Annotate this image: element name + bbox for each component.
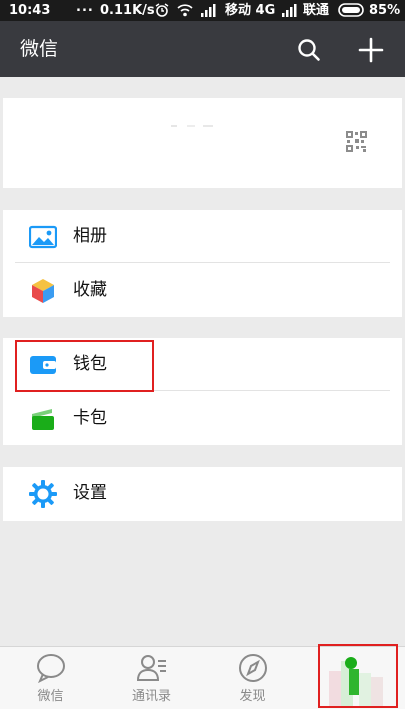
tab-label-discover: 发现	[239, 689, 266, 704]
battery-icon	[338, 3, 364, 17]
menu-label-favorites: 收藏	[73, 280, 107, 300]
status-dots: ...	[76, 0, 94, 15]
cards-icon	[32, 409, 54, 430]
profile-card[interactable]	[3, 98, 402, 188]
alarm-icon	[155, 3, 169, 17]
album-favorites-group: 相册 收藏	[3, 210, 402, 317]
menu-label-album: 相册	[73, 226, 107, 246]
compass-icon	[238, 654, 267, 682]
tab-chats[interactable]: 微信	[0, 647, 101, 709]
menu-item-settings[interactable]: 设置	[3, 467, 402, 520]
highlight-box-wallet	[15, 340, 154, 392]
status-time: 10:43	[9, 3, 51, 18]
status-speed: 0.11K/s	[100, 3, 155, 18]
qrcode-icon[interactable]	[346, 131, 367, 152]
menu-label-settings: 设置	[73, 483, 107, 503]
page-title: 微信	[20, 38, 59, 60]
title-bar: 微信	[0, 21, 405, 77]
tab-discover[interactable]: 发现	[202, 647, 303, 709]
wifi-icon	[177, 4, 193, 17]
tab-label-contacts: 通讯录	[131, 689, 171, 704]
album-icon	[29, 225, 57, 249]
plus-icon[interactable]	[357, 36, 385, 64]
status-carrier-1: 移动 4G	[225, 3, 276, 18]
chat-icon	[36, 654, 65, 683]
divider	[15, 262, 390, 263]
highlight-box-me	[318, 644, 398, 708]
favorites-cube-icon	[32, 279, 54, 303]
blurred-name	[171, 125, 213, 127]
screen: 10:43 ... 0.11K/s 移动 4G 联通 85% 微信 相册 收藏 …	[0, 0, 405, 709]
status-battery: 85%	[369, 3, 401, 18]
contacts-icon	[136, 655, 166, 681]
status-bar: 10:43 ... 0.11K/s 移动 4G 联通 85%	[0, 0, 405, 21]
status-carrier-2: 联通	[303, 3, 330, 18]
signal-icon-2	[282, 4, 297, 17]
menu-item-album[interactable]: 相册	[3, 210, 402, 263]
menu-label-cards: 卡包	[73, 408, 107, 428]
tab-contacts[interactable]: 通讯录	[101, 647, 202, 709]
search-icon[interactable]	[296, 37, 322, 63]
signal-icon	[201, 4, 216, 17]
gear-icon	[29, 480, 57, 508]
menu-item-cards[interactable]: 卡包	[3, 392, 402, 445]
tab-label-chats: 微信	[37, 689, 64, 704]
menu-item-favorites[interactable]: 收藏	[3, 264, 402, 317]
settings-group: 设置	[3, 467, 402, 521]
